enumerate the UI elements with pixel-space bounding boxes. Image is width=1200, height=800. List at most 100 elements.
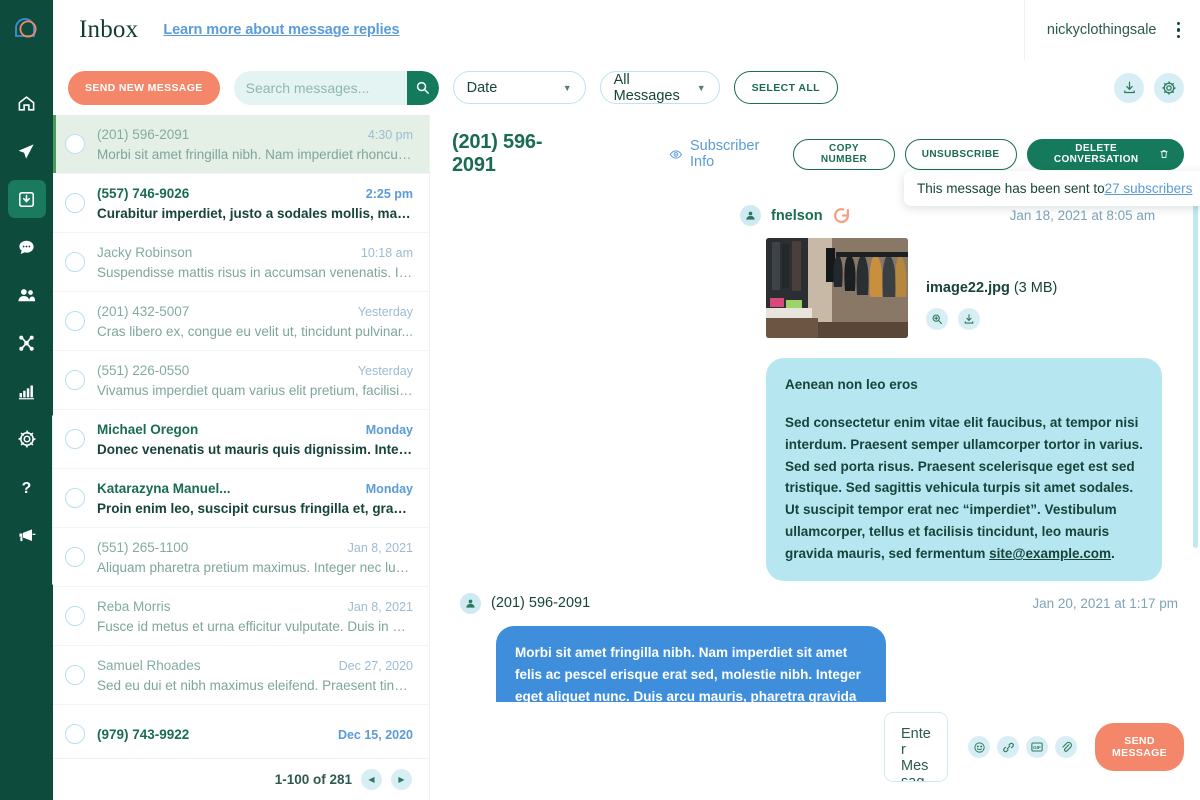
conversation-checkbox[interactable] [65, 488, 85, 508]
sidebar-item-announcements[interactable] [8, 516, 46, 554]
date-filter-dropdown[interactable]: Date ▼ [452, 71, 586, 104]
gif-button[interactable]: GIF [1026, 736, 1049, 758]
conversation-item-name: Samuel Rhoades [97, 657, 201, 673]
sidebar-item-integrations[interactable] [8, 324, 46, 362]
subscriber-info-link[interactable]: Subscriber Info [669, 138, 779, 170]
copy-number-button[interactable]: COPY NUMBER [793, 138, 895, 170]
conversation-item-time: 4:30 pm [367, 127, 413, 142]
conversation-list-item[interactable]: Reba Morris Jan 8, 2021 Fusce id metus et … [53, 587, 429, 646]
conversation-panel: (201) 596-2091 Subscriber Info COPY NUMB… [430, 115, 1200, 800]
conversation-list-item[interactable]: Katarazyna Manuel... Monday Proin enim leo… [53, 469, 429, 528]
conversation-checkbox[interactable] [65, 429, 85, 449]
conversation-list-item[interactable]: (551) 226-0550 Yesterday Vivamus imperdiet… [53, 351, 429, 410]
conversation-checkbox[interactable] [65, 547, 85, 567]
conversation-checkbox[interactable] [65, 665, 85, 685]
message-bubble-text-tail: . [1111, 546, 1115, 562]
conversation-list-item[interactable]: (201) 432-5007 Yesterday Cras libero ex, c… [53, 292, 429, 351]
send-new-message-button[interactable]: SEND NEW MESSAGE [68, 70, 220, 105]
topbar: Inbox Learn more about message replies n… [53, 0, 1200, 60]
search-input[interactable] [233, 79, 408, 96]
emoji-button[interactable] [968, 736, 991, 758]
vertical-dots-icon[interactable] [1173, 18, 1185, 43]
conversation-item-topline: Samuel Rhoades Dec 27, 2020 [97, 658, 413, 673]
unsubscribe-button[interactable]: UNSUBSCRIBE [904, 138, 1017, 170]
message-email-link[interactable]: site@example.com [989, 546, 1111, 561]
attachment-thumbnail[interactable] [766, 238, 908, 338]
insert-link-button[interactable] [997, 736, 1020, 758]
message-input[interactable] [884, 712, 949, 782]
conversation-list-item[interactable]: (551) 265-1100 Jan 8, 2021 Aliquam pharetr… [53, 528, 429, 587]
sidebar-item-inbox[interactable] [7, 180, 46, 218]
message-bubble-title: Aenean non leo eros [785, 377, 918, 392]
export-download-button[interactable] [1114, 72, 1144, 103]
sidebar-nav: ? [0, 84, 53, 564]
learn-more-link[interactable]: Learn more about message replies [163, 22, 399, 38]
delete-conversation-button[interactable]: DELETE CONVERSATION [1026, 138, 1184, 170]
conversation-checkbox[interactable] [65, 134, 85, 154]
conversation-item-name: Jacky Robinson [97, 244, 193, 260]
body-split: (201) 596-2091 4:30 pm Morbi sit amet frin… [52, 115, 1200, 800]
conversation-checkbox[interactable] [65, 606, 85, 626]
message-timestamp: Jan 18, 2021 at 8:05 am [1009, 208, 1156, 223]
search-button[interactable] [407, 70, 439, 105]
conversation-checkbox[interactable] [65, 724, 85, 744]
pagination-next-button[interactable]: ▶ [391, 769, 412, 790]
conversation-item-preview: Curabitur imperdiet, justo a sodales mol… [97, 205, 413, 221]
app-logo[interactable] [0, 0, 53, 60]
conversation-checkbox[interactable] [65, 311, 85, 331]
account-name: nickyclothingsale [1046, 22, 1157, 38]
megaphone-icon [19, 529, 35, 542]
select-all-button[interactable]: SELECT ALL [733, 71, 838, 104]
conversation-header-actions: COPY NUMBER UNSUBSCRIBE DELETE CONVERSAT… [793, 138, 1184, 170]
message: (201) 596-2091 Jan 20, 2021 at 1:17 pm Mor… [460, 592, 1178, 702]
list-scroll-area: (201) 596-2091 4:30 pm Morbi sit amet frin… [53, 115, 429, 758]
thread-scrollbar[interactable] [1193, 193, 1198, 548]
conversation-item-preview: Proin enim leo, suscipit cursus fringill… [97, 500, 413, 516]
bar-chart-icon [18, 384, 34, 399]
conversation-item-time: 2:25 pm [365, 186, 413, 201]
sidebar-item-conversations[interactable] [8, 228, 46, 266]
conversation-list-item[interactable]: (557) 746-9026 2:25 pm Curabitur imperdiet… [53, 174, 429, 233]
conversation-list-item[interactable]: Michael Oregon Monday Donec venenatis ut m… [53, 410, 429, 469]
conversation-list-item[interactable]: Jacky Robinson 10:18 am Suspendisse mattis… [53, 233, 429, 292]
conversation-item-preview: Cras libero ex, congue eu velit ut, tinc… [97, 323, 413, 339]
sidebar-item-help[interactable]: ? [8, 468, 46, 506]
attachment-zoom-button[interactable] [926, 308, 948, 330]
sidebar-item-send[interactable] [8, 132, 46, 170]
paper-plane-icon [18, 143, 34, 159]
sidebar: ? [0, 0, 53, 800]
conversation-item-name: (201) 432-5007 [97, 303, 190, 319]
main-area: Inbox Learn more about message replies n… [52, 0, 1200, 800]
conversation-item-name: (201) 596-2091 [97, 126, 190, 142]
conversation-item-time: Jan 8, 2021 [347, 599, 413, 614]
conversation-item-body: (551) 265-1100 Jan 8, 2021 Aliquam pharetr… [97, 540, 413, 575]
pagination-prev-button[interactable]: ◀ [361, 769, 382, 790]
conversation-item-body: (201) 432-5007 Yesterday Cras libero ex, c… [97, 304, 413, 339]
conversation-checkbox[interactable] [65, 193, 85, 213]
inbox-settings-button[interactable] [1154, 72, 1184, 103]
send-message-button[interactable]: SEND MESSAGE [1095, 723, 1184, 771]
conversation-list-item[interactable]: (201) 596-2091 4:30 pm Morbi sit amet frin… [53, 115, 429, 174]
sidebar-item-home[interactable] [8, 84, 46, 122]
conversation-item-body: Katarazyna Manuel... Monday Proin enim leo… [97, 481, 413, 516]
conversation-item-topline: (551) 226-0550 Yesterday [97, 363, 413, 378]
conversation-list-item[interactable]: Samuel Rhoades Dec 27, 2020 Sed eu dui et … [53, 646, 429, 705]
sidebar-item-settings[interactable] [8, 420, 46, 458]
conversation-checkbox[interactable] [65, 370, 85, 390]
conversation-item-preview: Morbi sit amet fringilla nibh. Nam imper… [97, 146, 413, 162]
message-bubble: Aenean non leo eros Sed consectetur enim … [766, 358, 1162, 581]
sidebar-item-subscribers[interactable] [8, 276, 46, 314]
conversation-list-item[interactable]: (979) 743-9922 Dec 15, 2020 [53, 705, 429, 758]
attachment-download-button[interactable] [958, 308, 980, 330]
message-thread: fnelson Jan 18, 2021 at 8:05 am image22.jp… [430, 191, 1200, 702]
conversation-item-preview: Donec venenatis ut mauris quis dignissim… [97, 441, 413, 457]
attach-file-button[interactable] [1055, 736, 1078, 758]
conversation-item-body: Reba Morris Jan 8, 2021 Fusce id metus et … [97, 599, 413, 634]
conversation-item-time: Dec 27, 2020 [338, 658, 413, 673]
messages-filter-dropdown[interactable]: All Messages ▼ [599, 71, 720, 104]
svg-text:?: ? [22, 480, 32, 497]
subscribers-count-link[interactable]: 27 subscribers [1105, 181, 1193, 196]
conversation-item-time: Yesterday [357, 363, 413, 378]
sidebar-item-reports[interactable] [8, 372, 46, 410]
conversation-checkbox[interactable] [65, 252, 85, 272]
